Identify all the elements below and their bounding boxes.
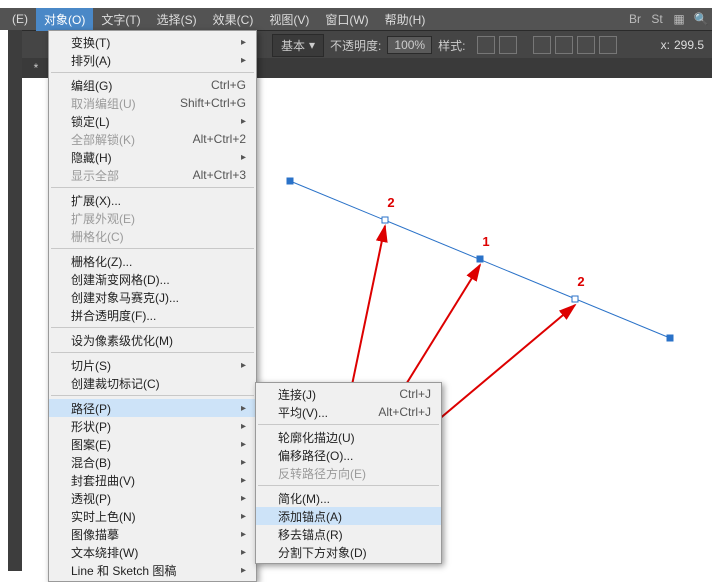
submenu-arrow-icon: ▸: [241, 565, 246, 576]
menu-object[interactable]: 对象(O): [36, 8, 93, 31]
submenu-arrow-icon: ▸: [241, 457, 246, 468]
style-swatch-2[interactable]: [499, 36, 517, 54]
object-menu-item[interactable]: 路径(P)▸: [49, 399, 256, 417]
path-submenu: 连接(J)Ctrl+J平均(V)...Alt+Ctrl+J 轮廓化描边(U)偏移路…: [255, 382, 442, 564]
style-swatch-1[interactable]: [477, 36, 495, 54]
search-icon[interactable]: 🔍: [690, 10, 712, 28]
object-menu-item[interactable]: 图像描摹▸: [49, 525, 256, 543]
document-tab[interactable]: *: [22, 58, 50, 78]
object-menu-item[interactable]: 创建渐变网格(D)...: [49, 270, 256, 288]
menubar: (E) 对象(O) 文字(T) 选择(S) 效果(C) 视图(V) 窗口(W) …: [0, 8, 712, 30]
anchor-point[interactable]: [382, 217, 389, 224]
object-menu-item[interactable]: 切片(S)▸: [49, 356, 256, 374]
anchor-point[interactable]: [287, 178, 294, 185]
submenu-arrow-icon: ▸: [241, 511, 246, 522]
coord-x-label: x:: [661, 38, 670, 52]
object-menu-item[interactable]: 创建对象马赛克(J)...: [49, 288, 256, 306]
path-submenu-item[interactable]: 分割下方对象(D): [256, 543, 441, 561]
path-submenu-item[interactable]: 添加锚点(A): [256, 507, 441, 525]
object-menu-item[interactable]: 混合(B)▸: [49, 453, 256, 471]
anchor-label: 2: [387, 195, 394, 210]
submenu-arrow-icon: ▸: [241, 360, 246, 371]
object-menu-dropdown: 变换(T)▸排列(A)▸ 编组(G)Ctrl+G取消编组(U)Shift+Ctrl…: [48, 30, 257, 582]
pixel-snap-icon[interactable]: [599, 36, 617, 54]
submenu-arrow-icon: ▸: [241, 547, 246, 558]
menu-help[interactable]: 帮助(H): [377, 8, 434, 31]
menu-window[interactable]: 窗口(W): [317, 8, 376, 31]
object-menu-item[interactable]: 形状(P)▸: [49, 417, 256, 435]
object-menu-item[interactable]: 拼合透明度(F)...: [49, 306, 256, 324]
left-tool-strip: [8, 30, 22, 571]
submenu-arrow-icon: ▸: [241, 529, 246, 540]
menu-select[interactable]: 选择(S): [149, 8, 205, 31]
object-menu-item[interactable]: 栅格化(C): [49, 227, 256, 245]
basic-preset-label: 基本: [281, 37, 305, 54]
style-label: 样式:: [438, 37, 465, 54]
anchor-point[interactable]: [477, 256, 484, 263]
basic-preset-button[interactable]: 基本 ▾: [272, 34, 324, 57]
transform-icon[interactable]: [577, 36, 595, 54]
object-menu-item[interactable]: 创建裁切标记(C): [49, 374, 256, 392]
submenu-arrow-icon: ▸: [241, 116, 246, 127]
align-icon[interactable]: [533, 36, 551, 54]
object-menu-item[interactable]: 取消编组(U)Shift+Ctrl+G: [49, 94, 256, 112]
path-submenu-item[interactable]: 偏移路径(O)...: [256, 446, 441, 464]
object-menu-item[interactable]: 实时上色(N)▸: [49, 507, 256, 525]
object-menu-item[interactable]: Line 和 Sketch 图稿▸: [49, 561, 256, 579]
path-submenu-item[interactable]: 平均(V)...Alt+Ctrl+J: [256, 403, 441, 421]
menu-effect[interactable]: 效果(C): [205, 8, 262, 31]
object-menu-item[interactable]: 文本绕排(W)▸: [49, 543, 256, 561]
object-menu-item[interactable]: 透视(P)▸: [49, 489, 256, 507]
anchor-point[interactable]: [667, 335, 674, 342]
path-submenu-item[interactable]: 反转路径方向(E): [256, 464, 441, 482]
submenu-arrow-icon: ▸: [241, 403, 246, 414]
object-menu-item[interactable]: 图案(E)▸: [49, 435, 256, 453]
bridge-icon[interactable]: Br: [624, 10, 646, 28]
submenu-arrow-icon: ▸: [241, 493, 246, 504]
path-submenu-item[interactable]: 简化(M)...: [256, 489, 441, 507]
coord-x-value: 299.5: [674, 38, 704, 52]
object-menu-item[interactable]: 锁定(L)▸: [49, 112, 256, 130]
arrange-docs-icon[interactable]: ▦: [668, 10, 690, 28]
menu-edit[interactable]: (E): [4, 9, 36, 29]
menu-type[interactable]: 文字(T): [93, 8, 148, 31]
object-menu-item[interactable]: 变换(T)▸: [49, 33, 256, 51]
object-menu-item[interactable]: 封套扭曲(V)▸: [49, 471, 256, 489]
path-submenu-item[interactable]: 移去锚点(R): [256, 525, 441, 543]
object-menu-item[interactable]: 编组(G)Ctrl+G: [49, 76, 256, 94]
opacity-input[interactable]: 100%: [387, 36, 432, 54]
anchor-label: 1: [482, 234, 489, 249]
object-menu-item[interactable]: 设为像素级优化(M): [49, 331, 256, 349]
object-menu-item[interactable]: 隐藏(H)▸: [49, 148, 256, 166]
menu-view[interactable]: 视图(V): [261, 8, 317, 31]
submenu-arrow-icon: ▸: [241, 439, 246, 450]
anchor-label: 2: [577, 274, 584, 289]
object-menu-item[interactable]: 栅格化(Z)...: [49, 252, 256, 270]
stock-icon[interactable]: St: [646, 10, 668, 28]
path-submenu-item[interactable]: 轮廓化描边(U): [256, 428, 441, 446]
object-menu-item[interactable]: 扩展外观(E): [49, 209, 256, 227]
opacity-label: 不透明度:: [330, 37, 381, 54]
submenu-arrow-icon: ▸: [241, 37, 246, 48]
object-menu-item[interactable]: 显示全部Alt+Ctrl+3: [49, 166, 256, 184]
chevron-down-icon: ▾: [309, 38, 315, 52]
object-menu-item[interactable]: 全部解锁(K)Alt+Ctrl+2: [49, 130, 256, 148]
anchor-point[interactable]: [572, 296, 579, 303]
path-submenu-item[interactable]: 连接(J)Ctrl+J: [256, 385, 441, 403]
submenu-arrow-icon: ▸: [241, 55, 246, 66]
submenu-arrow-icon: ▸: [241, 421, 246, 432]
object-menu-item[interactable]: 排列(A)▸: [49, 51, 256, 69]
shape-mode-icon[interactable]: [555, 36, 573, 54]
submenu-arrow-icon: ▸: [241, 152, 246, 163]
object-menu-item[interactable]: 扩展(X)...: [49, 191, 256, 209]
submenu-arrow-icon: ▸: [241, 475, 246, 486]
